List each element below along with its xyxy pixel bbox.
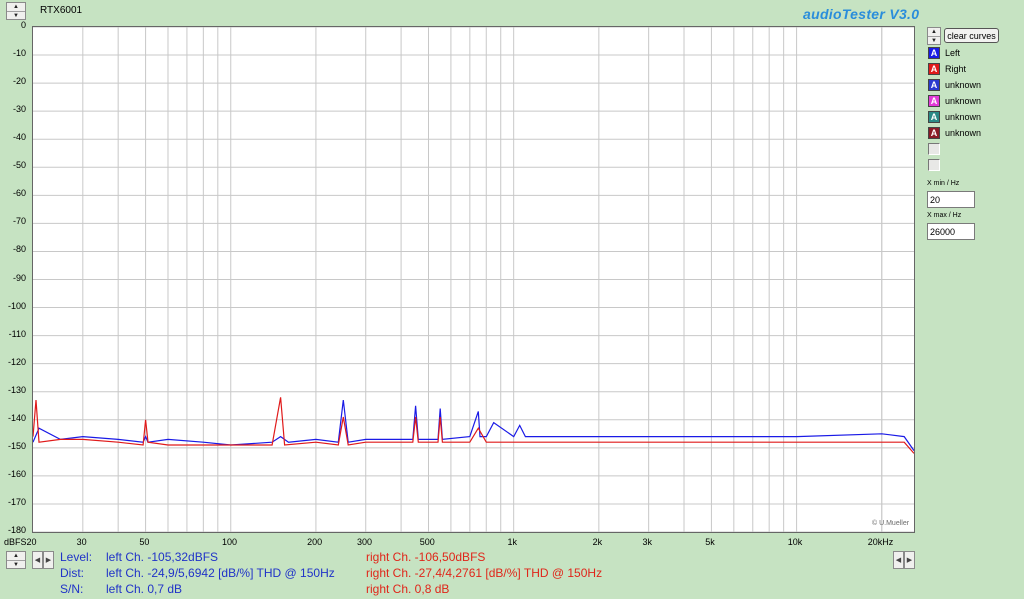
x-tick-label: 30 <box>76 537 87 547</box>
arrow-right-icon: ▶ <box>906 557 913 564</box>
clear-curves-button[interactable]: clear curves <box>944 28 999 43</box>
y-tick-label: -150 <box>7 440 26 451</box>
y-tick-label: -80 <box>12 244 26 255</box>
legend-item[interactable]: Aunknown <box>928 126 981 140</box>
legend-label: unknown <box>945 80 982 90</box>
color-swatch-icon[interactable]: A <box>928 47 940 59</box>
x-tick-label: 1k <box>507 537 517 547</box>
spin-down-icon[interactable]: ▼ <box>7 560 25 568</box>
top-spinner[interactable]: ▲ ▼ <box>6 2 26 20</box>
legend-label: Right <box>945 64 967 74</box>
xmax-input[interactable] <box>927 223 975 240</box>
app-title: audioTester V3.0 <box>803 6 920 22</box>
legend-item[interactable]: A Left <box>928 46 960 60</box>
device-name: RTX6001 <box>40 5 83 16</box>
level-right-value: right Ch. -106,50dBFS <box>366 550 486 564</box>
spin-up-icon[interactable]: ▲ <box>7 3 25 11</box>
empty-checkbox[interactable] <box>928 143 940 155</box>
y-tick-label: 0 <box>20 20 26 30</box>
sn-left-value: left Ch. 0,7 dB <box>106 582 183 596</box>
dist-right-value: right Ch. -27,4/4,2761 [dB/%] THD @ 150H… <box>366 566 603 580</box>
y-tick-label: -20 <box>12 76 26 87</box>
legend-spinner[interactable]: ▲ ▼ <box>927 27 941 45</box>
y-tick-label: -130 <box>7 384 26 395</box>
legend-item[interactable]: Aunknown <box>928 94 981 108</box>
legend-label: unknown <box>945 112 982 122</box>
arrow-right-icon: ▶ <box>45 557 52 564</box>
series-line-left <box>33 400 914 451</box>
legend-item[interactable]: Aunknown <box>928 78 981 92</box>
y-tick-label: -50 <box>12 160 26 171</box>
spin-up-icon[interactable]: ▲ <box>7 552 25 560</box>
x-tick-label: 500 <box>419 537 435 547</box>
level-label: Level: <box>60 550 93 564</box>
x-tick-label: 5k <box>705 537 715 547</box>
color-swatch-icon[interactable]: A <box>928 63 940 75</box>
x-tick-label: 50 <box>139 537 150 547</box>
x-tick-label: dBFS20 <box>4 537 37 547</box>
x-tick-label: 200 <box>307 537 323 547</box>
legend-item[interactable]: A Right <box>928 62 966 76</box>
spectrum-plot[interactable] <box>32 26 915 533</box>
y-tick-label: -180 <box>7 525 26 535</box>
scroll-right-button[interactable]: ▶ <box>904 551 915 569</box>
legend-item[interactable]: Aunknown <box>928 110 981 124</box>
status-spinner[interactable]: ▲ ▼ <box>6 551 26 569</box>
y-tick-label: -90 <box>12 272 26 283</box>
spin-down-icon[interactable]: ▼ <box>928 36 940 44</box>
xmax-label: X max / Hz <box>927 212 962 219</box>
y-tick-label: -30 <box>12 104 26 115</box>
xmin-label: X min / Hz <box>927 180 960 187</box>
legend-label: unknown <box>945 96 982 106</box>
y-tick-label: -120 <box>7 356 26 367</box>
x-tick-label: 20kHz <box>867 537 894 547</box>
color-swatch-icon[interactable]: A <box>928 79 940 91</box>
y-tick-label: -40 <box>12 132 26 143</box>
arrow-left-icon: ◀ <box>895 557 902 564</box>
y-tick-label: -60 <box>12 188 26 199</box>
sn-right-value: right Ch. 0,8 dB <box>366 582 450 596</box>
spin-up-icon[interactable]: ▲ <box>928 28 940 36</box>
y-tick-label: -70 <box>12 216 26 227</box>
x-tick-label: 10k <box>787 537 803 547</box>
color-swatch-icon[interactable]: A <box>928 111 940 123</box>
xmin-input[interactable] <box>927 191 975 208</box>
scroll-left-button[interactable]: ◀ <box>893 551 904 569</box>
y-tick-label: -100 <box>7 300 26 311</box>
dist-left-value: left Ch. -24,9/5,6942 [dB/%] THD @ 150Hz <box>106 566 335 580</box>
arrow-left-icon: ◀ <box>34 557 41 564</box>
x-tick-label: 300 <box>356 537 372 547</box>
legend-label: Left <box>945 48 961 58</box>
color-swatch-icon[interactable]: A <box>928 95 940 107</box>
sn-label: S/N: <box>60 582 84 596</box>
scroll-left-button[interactable]: ◀ <box>32 551 43 569</box>
empty-checkbox[interactable] <box>928 159 940 171</box>
x-tick-label: 2k <box>592 537 603 547</box>
y-tick-label: -140 <box>7 412 26 423</box>
x-tick-label: 3k <box>642 537 652 547</box>
y-tick-label: -110 <box>8 328 26 339</box>
spin-down-icon[interactable]: ▼ <box>7 11 25 19</box>
legend-label: unknown <box>945 128 982 138</box>
dist-label: Dist: <box>60 566 84 580</box>
x-tick-label: 100 <box>221 537 237 547</box>
y-tick-label: -170 <box>7 496 26 507</box>
y-tick-label: -10 <box>12 48 26 59</box>
scroll-right-button[interactable]: ▶ <box>43 551 54 569</box>
watermark: © U.Mueller <box>872 520 910 527</box>
level-left-value: left Ch. -105,32dBFS <box>106 550 219 564</box>
y-tick-label: -160 <box>7 468 26 479</box>
color-swatch-icon[interactable]: A <box>928 127 940 139</box>
spectrum-chart <box>33 27 914 532</box>
